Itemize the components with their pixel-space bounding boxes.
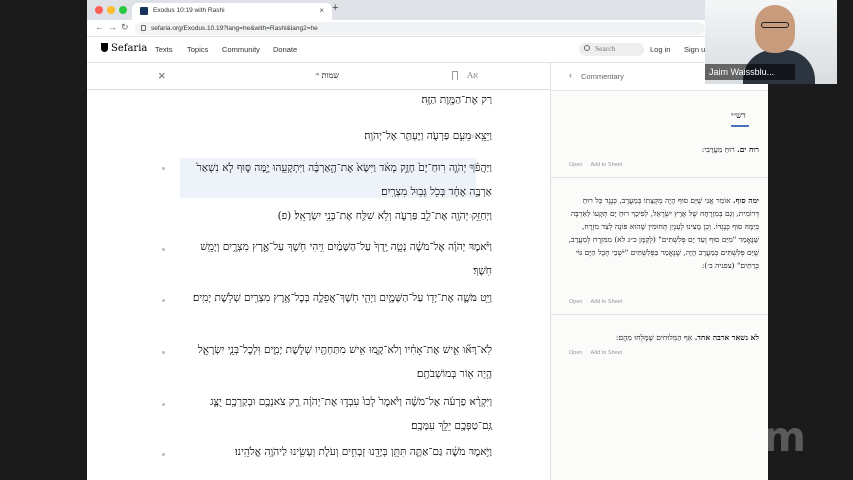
commentator-name[interactable]: רש״י (731, 111, 746, 120)
new-tab-icon[interactable]: + (332, 2, 338, 14)
commentary-item[interactable]: ימה סוף. אוֹמֵר אֲנִי שֶׁיַּם סוּף הָיָה… (567, 194, 759, 294)
verse[interactable]: וַיִּקְרָ֨א פַרְעֹ֜ה אֶל־מֹשֶׁ֗ה וַיֹּ֙א… (182, 390, 492, 438)
sefaria-favicon-icon (140, 7, 148, 15)
verse-number: כב (469, 296, 476, 302)
open-link[interactable]: Open (569, 299, 582, 305)
participant-glasses (761, 22, 789, 28)
verse[interactable]: וַיֹּ֣אמֶר מֹשֶׁ֔ה גַּם־אַתָּ֛ה תִּתֵּ֥ן… (182, 440, 492, 464)
verse-marker (162, 453, 165, 456)
comment-actions: Open Add to Sheet (569, 162, 630, 168)
nav-topics[interactable]: Topics (187, 45, 208, 54)
verse-marker (162, 299, 165, 302)
verse-marker (162, 167, 165, 170)
signup-link[interactable]: Sign u (684, 45, 705, 54)
lock-icon (141, 25, 146, 31)
verse-marker (162, 351, 165, 354)
nav-texts[interactable]: Texts (155, 45, 173, 54)
verse[interactable]: וַיַּהֲפֹ֨ךְ יְהֹוָ֤ה רֽוּחַ־יָם֙ חָזָ֣ק… (182, 156, 492, 204)
participant-name: Jaim Waissblu... (705, 64, 795, 80)
url-field[interactable]: sefaria.org/Exodus.10.19?lang=he&with=Ra… (135, 22, 705, 35)
comment-actions: Open Add to Sheet (569, 299, 630, 305)
text-panel-header: × שמות י׳ Aא (87, 63, 550, 90)
sefaria-logo-icon (101, 43, 108, 52)
commentary-item[interactable]: רוח ים. רוּחַ מַעֲרָבִי: (567, 143, 759, 156)
zoom-watermark: zoom (686, 413, 806, 461)
close-icon[interactable]: × (158, 68, 166, 83)
screen: Exodus 10:19 with Rashi × + ← → ↻ sefari… (0, 0, 853, 480)
reload-icon[interactable]: ↻ (121, 22, 129, 33)
site-header: Sefaria Texts Topics Community Donate Se… (87, 37, 768, 63)
add-to-sheet-link[interactable]: Add to Sheet (590, 299, 622, 305)
search-icon (584, 45, 590, 51)
tab-title: Exodus 10:19 with Rashi (153, 7, 225, 14)
close-window-dot[interactable] (95, 6, 103, 14)
text-reference[interactable]: שמות י׳ (287, 71, 367, 80)
verse[interactable]: וַיְחַזֵּ֥ק יְהֹוָ֖ה אֶת־לֵ֣ב פַּרְעֹ֑ה … (182, 204, 492, 228)
nav-community[interactable]: Community (222, 45, 260, 54)
zoom-video-tile[interactable]: Jaim Waissblu... (705, 0, 837, 84)
font-size-toggle[interactable]: Aא (467, 70, 478, 81)
verse[interactable]: וַיֵּ֥ט מֹשֶׁ֛ה אֶת־יָד֖וֹ עַל־הַשָּׁמָ֑… (182, 286, 492, 310)
chevron-left-icon[interactable]: ‹ (569, 70, 572, 80)
open-link[interactable]: Open (569, 162, 582, 168)
divider (551, 177, 768, 178)
verse[interactable]: וַיֵּצֵ֖א מֵעִ֣ם פַּרְעֹ֑ה וַיֶּעְתַּ֖ר … (182, 124, 492, 148)
verse[interactable]: לֹֽא־רָא֞וּ אִ֣ישׁ אֶת־אָחִ֗יו וְלֹא־קָ֛… (182, 338, 492, 386)
bookmark-icon[interactable] (452, 71, 458, 80)
comment-actions: Open Add to Sheet (569, 350, 630, 356)
tab-bar: Exodus 10:19 with Rashi × + (87, 0, 768, 20)
commentary-back-link[interactable]: Commentary (581, 72, 624, 81)
participant-head (755, 5, 795, 53)
verse[interactable]: רַק אֶת־הַמָּ֖וֶת הַזֶּֽה׃ (182, 90, 492, 112)
verse-marker (162, 248, 165, 251)
nav-donate[interactable]: Donate (273, 45, 297, 54)
open-link[interactable]: Open (569, 350, 582, 356)
address-bar: ← → ↻ sefaria.org/Exodus.10.19?lang=he&w… (87, 20, 768, 37)
verse-number: כד (469, 400, 476, 406)
divider (551, 314, 768, 315)
forward-arrow-icon[interactable]: → (108, 22, 117, 32)
commentary-item[interactable]: לא נשאר ארבה אחד. אַף הַמְּלוּחִים שֶׁמָ… (567, 331, 759, 344)
close-tab-icon[interactable]: × (319, 6, 324, 15)
verse[interactable]: וַיֹּ֨אמֶר יְהֹוָ֜ה אֶל־מֹשֶׁ֗ה נְטֵ֤ה י… (182, 235, 492, 283)
url-text: sefaria.org/Exodus.10.19?lang=he&with=Ra… (151, 25, 318, 32)
verse-number: כג (469, 348, 475, 354)
browser-tab[interactable]: Exodus 10:19 with Rashi × (132, 3, 332, 20)
minimize-window-dot[interactable] (107, 6, 115, 14)
add-to-sheet-link[interactable]: Add to Sheet (590, 162, 622, 168)
search-input[interactable]: Search (579, 43, 644, 56)
verse-number: כ (469, 214, 473, 220)
maximize-window-dot[interactable] (119, 6, 127, 14)
login-link[interactable]: Log in (650, 45, 670, 54)
verse-number: יט (469, 164, 475, 170)
back-arrow-icon[interactable]: ← (95, 22, 104, 32)
verse-number: כה (469, 450, 476, 456)
commentator-underline (731, 125, 749, 127)
browser-window: Exodus 10:19 with Rashi × + ← → ↻ sefari… (87, 0, 768, 480)
sefaria-logo[interactable]: Sefaria (101, 43, 147, 54)
verse-marker (162, 403, 165, 406)
verse-number: יח (469, 134, 475, 140)
verse-number: כא (469, 245, 476, 251)
verse-list: רַק אֶת־הַמָּ֖וֶת הַזֶּֽה׃ וַיֵּצֵ֖א מֵע… (87, 90, 550, 480)
add-to-sheet-link[interactable]: Add to Sheet (590, 350, 622, 356)
